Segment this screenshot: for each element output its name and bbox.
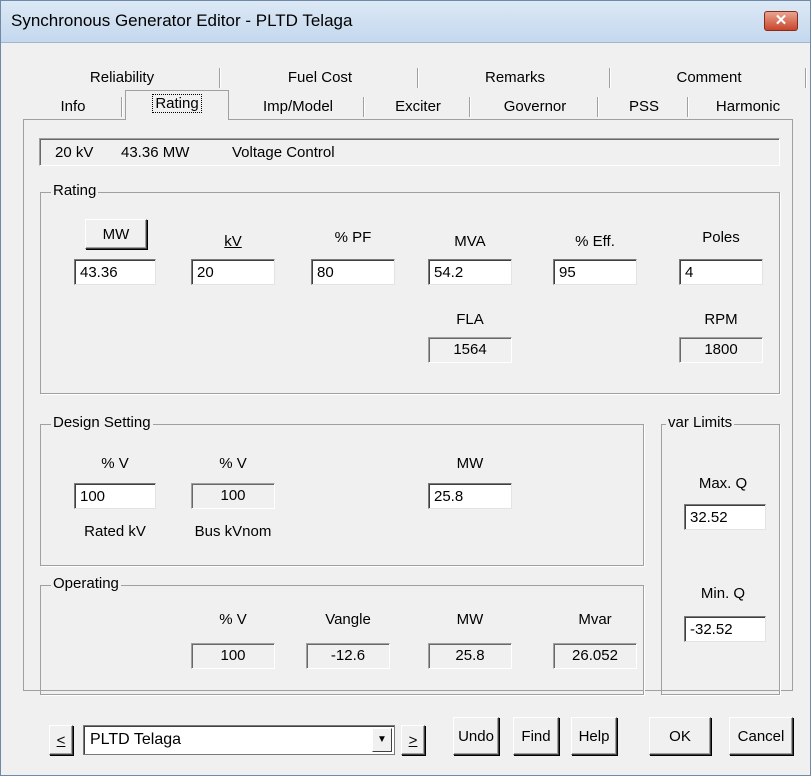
tab-label: Reliability: [89, 69, 155, 86]
tab-label: Exciter: [395, 98, 441, 115]
min-q-input[interactable]: [684, 616, 766, 642]
tab-label: Imp/Model: [262, 98, 334, 115]
op-vangle-label: Vangle: [325, 611, 371, 628]
tab-label: Fuel Cost: [287, 69, 353, 86]
mw-input[interactable]: [74, 259, 156, 285]
kv-label-text: kV: [224, 233, 242, 250]
design-v-label: % V: [101, 455, 129, 472]
find-button[interactable]: Find: [513, 717, 559, 755]
tab-governor[interactable]: Governor: [471, 94, 599, 119]
tab-harmonic[interactable]: Harmonic: [689, 94, 807, 119]
mw-button[interactable]: MW: [85, 219, 147, 249]
generator-editor-window: Synchronous Generator Editor - PLTD Tela…: [0, 0, 811, 776]
operating-title: Operating: [51, 575, 121, 592]
operating-group: [40, 585, 644, 695]
op-v-label: % V: [219, 611, 247, 628]
op-v-value: 100: [191, 643, 275, 669]
design-mw-input[interactable]: [428, 483, 512, 509]
tab-label: Remarks: [484, 69, 545, 86]
tab-reliability[interactable]: Reliability: [23, 65, 221, 90]
design-busv-value: 100: [191, 483, 275, 509]
fla-label: FLA: [456, 311, 484, 328]
design-mw-label: MW: [456, 455, 484, 472]
design-setting-title: Design Setting: [51, 414, 153, 431]
tab-info[interactable]: Info: [23, 94, 123, 119]
window-title: Synchronous Generator Editor - PLTD Tela…: [11, 11, 353, 30]
element-selector[interactable]: PLTD Telaga ▼: [83, 725, 395, 755]
eff-label: % Eff.: [575, 233, 615, 250]
tab-label: Governor: [503, 98, 567, 115]
max-q-input[interactable]: [684, 504, 766, 530]
rpm-label: RPM: [704, 311, 738, 328]
summary-mode: Voltage Control: [232, 144, 335, 161]
tab-label: Comment: [676, 69, 742, 86]
tab-pss[interactable]: PSS: [599, 94, 689, 119]
design-busv-label: % V: [219, 455, 247, 472]
poles-input[interactable]: [679, 259, 763, 285]
undo-button[interactable]: Undo: [453, 717, 499, 755]
undo-label: Undo: [458, 728, 494, 745]
op-mw-value: 25.8: [428, 643, 512, 669]
tab-label: Info: [60, 98, 86, 115]
min-q-label: Min. Q: [700, 585, 746, 602]
tab-label: Harmonic: [715, 98, 781, 115]
kv-label: kV: [191, 233, 275, 250]
summary-mw: 43.36 MW: [121, 144, 190, 161]
help-label: Help: [578, 728, 610, 745]
eff-input[interactable]: [553, 259, 637, 285]
fla-value: 1564: [428, 337, 512, 363]
tab-fuel-cost[interactable]: Fuel Cost: [221, 65, 419, 90]
previous-symbol: <: [56, 732, 66, 749]
cancel-button[interactable]: Cancel: [729, 717, 793, 755]
tab-exciter[interactable]: Exciter: [365, 94, 471, 119]
poles-label: Poles: [702, 229, 740, 246]
bus-kvnom-caption: Bus kVnom: [194, 523, 272, 540]
tab-rating[interactable]: Rating: [125, 90, 229, 120]
next-element-button[interactable]: >: [401, 725, 425, 755]
op-mw-label: MW: [456, 611, 484, 628]
summary-kv: 20 kV: [55, 144, 94, 161]
help-button[interactable]: Help: [571, 717, 617, 755]
rpm-value: 1800: [679, 337, 763, 363]
tab-label: PSS: [628, 98, 659, 115]
tab-imp-model[interactable]: Imp/Model: [231, 94, 365, 119]
mva-label: MVA: [454, 233, 486, 250]
var-limits-group: [661, 424, 780, 695]
kv-input[interactable]: [191, 259, 275, 285]
mva-input[interactable]: [428, 259, 512, 285]
rating-group-title: Rating: [51, 182, 99, 199]
op-mvar-label: Mvar: [578, 611, 612, 628]
tab-remarks[interactable]: Remarks: [419, 65, 611, 90]
var-limits-title: var Limits: [666, 414, 735, 431]
rated-kv-caption: Rated kV: [84, 523, 146, 540]
design-v-input[interactable]: [74, 483, 156, 509]
title-bar: Synchronous Generator Editor - PLTD Tela…: [1, 1, 810, 43]
find-label: Find: [521, 728, 551, 745]
op-vangle-value: -12.6: [306, 643, 390, 669]
pf-input[interactable]: [311, 259, 395, 285]
pf-label: % PF: [334, 229, 372, 246]
tab-comment[interactable]: Comment: [611, 65, 807, 90]
previous-element-button[interactable]: <: [49, 725, 73, 755]
chevron-down-icon[interactable]: ▼: [372, 728, 392, 752]
summary-bar: 20 kV 43.36 MW Voltage Control: [39, 138, 780, 166]
tab-label: Rating: [152, 94, 202, 113]
ok-button[interactable]: OK: [649, 717, 711, 755]
rating-group: [40, 192, 780, 394]
close-button[interactable]: ✕: [764, 11, 798, 31]
max-q-label: Max. Q: [698, 475, 748, 492]
op-mvar-value: 26.052: [553, 643, 637, 669]
element-selector-value: PLTD Telaga: [90, 731, 182, 748]
next-symbol: >: [408, 732, 418, 749]
